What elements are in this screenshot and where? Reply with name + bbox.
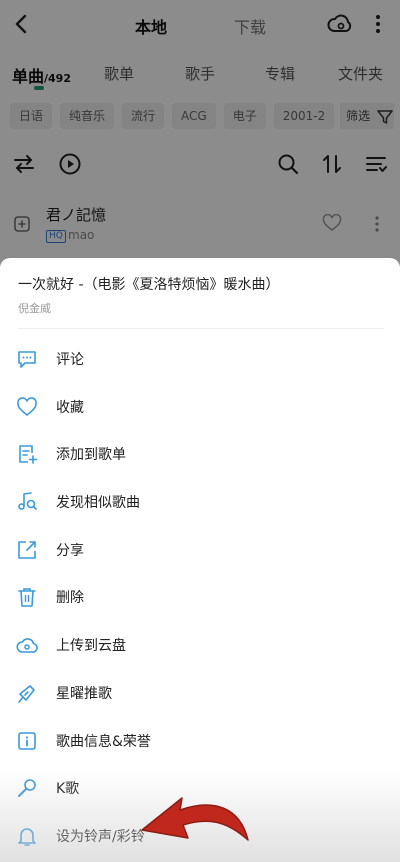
menu-label: 歌曲信息&荣誉 bbox=[56, 733, 151, 750]
menu-label: 星曜推歌 bbox=[56, 685, 112, 702]
microphone-icon bbox=[18, 779, 36, 798]
sheet-artist: 倪金威 bbox=[18, 302, 51, 315]
menu-label: 删除 bbox=[56, 590, 84, 607]
red-arrow-annotation bbox=[141, 797, 249, 841]
menu-item-share[interactable]: 分享 bbox=[0, 527, 400, 575]
menu-item-add-to-playlist[interactable]: 添加到歌单 bbox=[0, 431, 400, 479]
menu-label: 上传到云盘 bbox=[56, 638, 126, 655]
heart-icon bbox=[17, 396, 37, 416]
menu-label: 添加到歌单 bbox=[56, 447, 126, 464]
menu-item-comment[interactable]: 评论 bbox=[0, 336, 400, 384]
menu-label: 评论 bbox=[56, 352, 84, 368]
divider bbox=[18, 328, 384, 329]
menu-item-favorite[interactable]: 收藏 bbox=[0, 384, 400, 432]
menu-item-song-info[interactable]: 歌曲信息&荣誉 bbox=[0, 718, 400, 766]
sheet-song-title: 一次就好 -（电影《夏洛特烦恼》暖水曲） bbox=[18, 277, 280, 293]
add-to-playlist-icon bbox=[19, 445, 38, 465]
trash-icon bbox=[18, 588, 36, 608]
similar-songs-icon bbox=[18, 492, 37, 510]
menu-item-delete[interactable]: 删除 bbox=[0, 574, 400, 622]
song-action-sheet: 一次就好 -（电影《夏洛特烦恼》暖水曲） 倪金威 评论 收藏 添加到歌单 发现相… bbox=[0, 258, 400, 862]
info-icon bbox=[18, 731, 36, 750]
menu-label: 发现相似歌曲 bbox=[56, 495, 140, 512]
menu-item-upload-cloud[interactable]: 上传到云盘 bbox=[0, 622, 400, 670]
menu-label: 收藏 bbox=[56, 399, 84, 416]
bell-icon bbox=[18, 828, 36, 846]
menu-item-similar-songs[interactable]: 发现相似歌曲 bbox=[0, 479, 400, 527]
comment-icon bbox=[18, 351, 36, 368]
menu-item-star-recommend[interactable]: 星曜推歌 bbox=[0, 670, 400, 718]
share-icon bbox=[18, 540, 36, 559]
menu-label: 分享 bbox=[56, 542, 84, 559]
star-recommend-icon bbox=[18, 685, 35, 703]
menu-label: K歌 bbox=[56, 781, 80, 798]
cloud-upload-icon bbox=[16, 638, 38, 653]
